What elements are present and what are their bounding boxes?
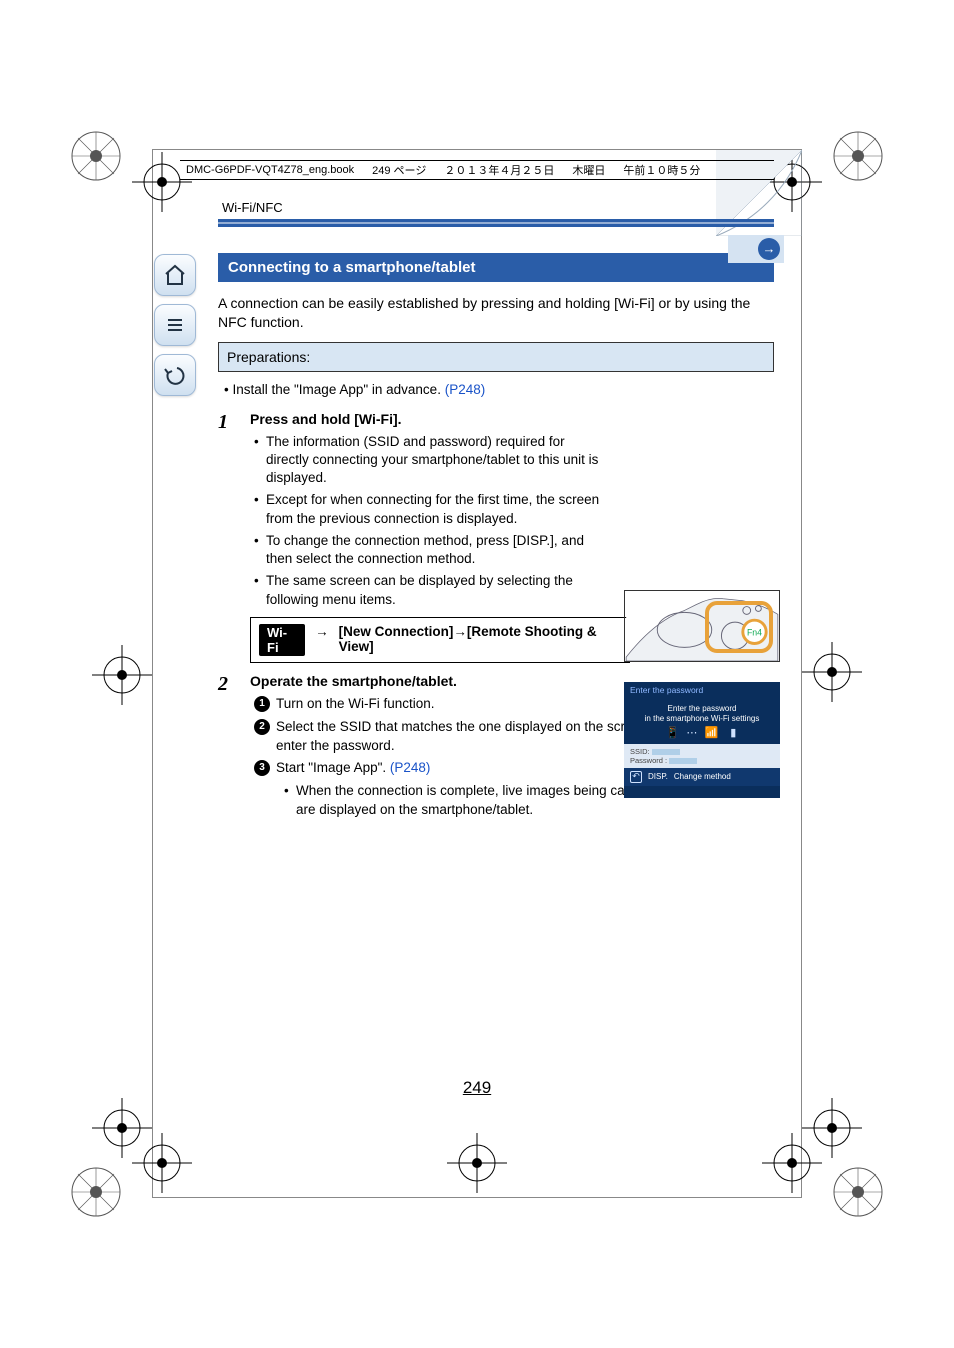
running-day: 木曜日 xyxy=(572,162,605,178)
crosshair-icon xyxy=(132,1133,192,1193)
arrow-icon: → xyxy=(315,624,329,639)
camera-screen-illustration: Enter the password Enter the password in… xyxy=(624,682,780,798)
intro-text: A connection can be easily established b… xyxy=(218,294,774,332)
section-divider xyxy=(218,219,774,227)
registration-mark-icon xyxy=(68,128,124,184)
crosshair-icon xyxy=(447,1133,507,1193)
running-file: DMC-G6PDF-VQT4Z78_eng.book xyxy=(186,164,354,176)
menu-step: [New Connection] xyxy=(339,624,454,639)
redacted-value xyxy=(669,758,697,764)
circled-number-icon: 1 xyxy=(254,696,270,712)
screen-titlebar: Enter the password xyxy=(624,682,780,698)
back-arrow-icon xyxy=(163,363,187,387)
item-text: Turn on the Wi-Fi function. xyxy=(276,696,435,711)
home-icon xyxy=(163,263,187,287)
screen-credentials: SSID: Password : xyxy=(624,744,780,768)
next-page-tab[interactable]: → xyxy=(728,235,784,263)
circled-number-icon: 3 xyxy=(254,760,270,776)
step-number: 1 xyxy=(218,411,236,663)
menu-path: [New Connection]→[Remote Shooting & View… xyxy=(339,624,621,654)
highlight-box xyxy=(705,601,773,653)
redacted-value xyxy=(652,749,680,755)
page-ref-link[interactable]: (P248) xyxy=(445,382,486,397)
step-number: 2 xyxy=(218,673,236,823)
bullet-text: To change the connection method, press [… xyxy=(254,532,610,568)
screen-icons: 📱 ⋯ 📶 ▮ xyxy=(624,727,780,743)
disp-label: DISP. xyxy=(648,772,668,782)
install-text: • Install the "Image App" in advance. xyxy=(224,382,445,397)
ssid-label: SSID: xyxy=(630,747,650,756)
contents-button[interactable] xyxy=(154,304,196,346)
password-label: Password : xyxy=(630,756,667,765)
screen-bottom-bar: ↶ DISP. Change method xyxy=(624,768,780,786)
preparations-box: Preparations: xyxy=(218,342,774,372)
crosshair-icon xyxy=(762,1133,822,1193)
page-number: 249 xyxy=(463,1078,491,1098)
wifi-menu-path: Wi-Fi → [New Connection]→[Remote Shootin… xyxy=(250,617,630,663)
section-title: Connecting to a smartphone/tablet xyxy=(218,253,774,282)
bullet-text: The same screen can be displayed by sele… xyxy=(254,572,610,608)
running-date: ２０１３年４月２５日 xyxy=(444,162,554,178)
install-line: • Install the "Image App" in advance. (P… xyxy=(218,382,774,397)
back-button[interactable] xyxy=(154,354,196,396)
running-header: DMC-G6PDF-VQT4Z78_eng.book 249 ページ ２０１３年… xyxy=(180,160,774,180)
page-ref-link[interactable]: (P248) xyxy=(390,760,431,775)
return-icon: ↶ xyxy=(630,771,642,783)
arrow-right-icon: → xyxy=(758,238,780,260)
item-text: Start "Image App". xyxy=(276,760,390,775)
step-heading: Press and hold [Wi-Fi]. xyxy=(250,411,774,427)
registration-mark-icon xyxy=(830,128,886,184)
registration-mark-icon xyxy=(830,1164,886,1220)
bullet-text: Except for when connecting for the first… xyxy=(254,491,610,527)
crosshair-icon xyxy=(802,642,862,702)
breadcrumb: Wi-Fi/NFC xyxy=(218,200,774,215)
change-method-label: Change method xyxy=(674,772,731,782)
arrow-icon: → xyxy=(453,624,467,639)
registration-mark-icon xyxy=(68,1164,124,1220)
bullet-text: The information (SSID and password) requ… xyxy=(254,433,610,488)
camera-illustration: Fn4 xyxy=(624,590,780,662)
circled-number-icon: 2 xyxy=(254,719,270,735)
side-navigation xyxy=(154,254,198,396)
running-time: 午前１０時５分 xyxy=(623,162,700,178)
screen-line: Enter the password xyxy=(628,704,776,714)
running-page: 249 ページ xyxy=(372,162,426,178)
crosshair-icon xyxy=(92,645,152,705)
home-button[interactable] xyxy=(154,254,196,296)
screen-line: in the smartphone Wi-Fi settings xyxy=(628,714,776,724)
wifi-badge: Wi-Fi xyxy=(259,624,305,656)
list-icon xyxy=(163,313,187,337)
